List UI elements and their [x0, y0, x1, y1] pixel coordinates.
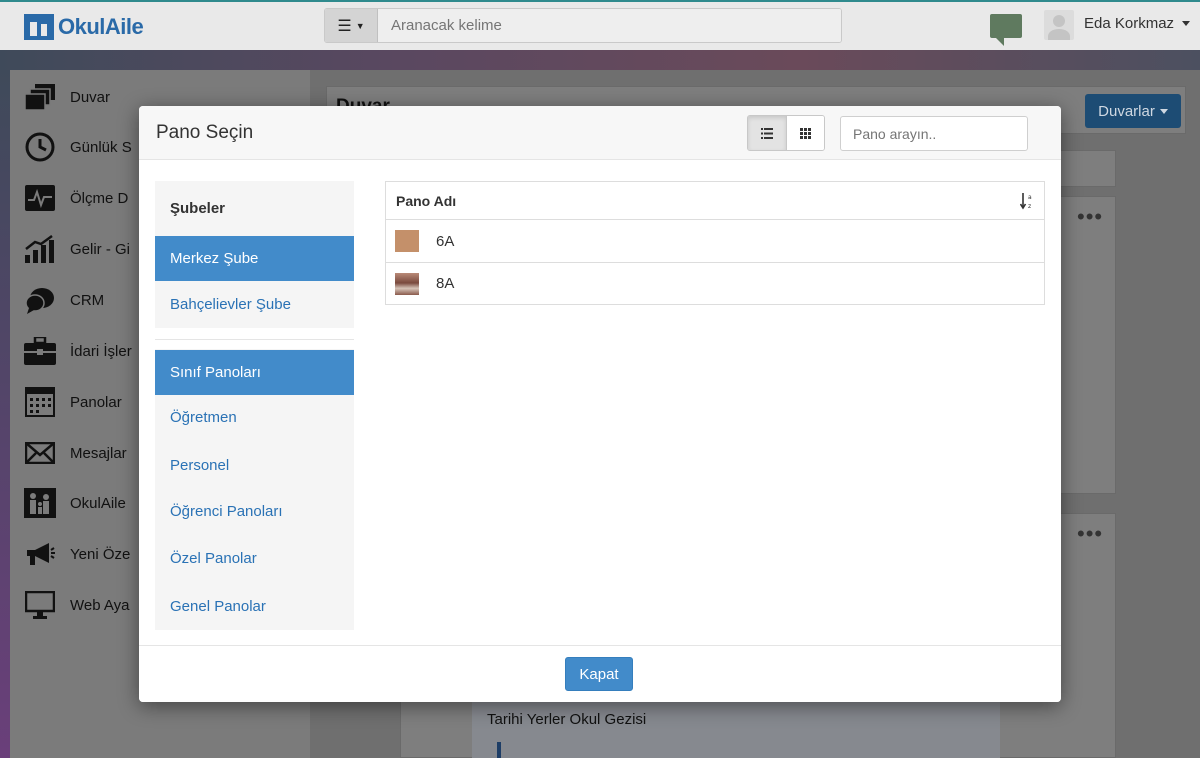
post-accent-bar — [497, 742, 501, 758]
growth-chart-icon — [24, 234, 56, 264]
sidebar-item-okulaile[interactable]: OkulAile — [24, 486, 126, 520]
sidebar-item-label: Duvar — [70, 88, 111, 106]
close-button[interactable]: Kapat — [565, 657, 633, 691]
chat-icon[interactable] — [990, 14, 1022, 46]
caret-down-icon: ▼ — [355, 20, 365, 31]
sidebar-item-label: Web Aya — [70, 596, 130, 614]
avatar[interactable] — [1044, 10, 1074, 40]
top-navbar: OkulAile ☰▼ Eda Korkmaz — [0, 0, 1200, 50]
board-categories-panel: Sınıf Panoları Öğretmen Personel Öğrenci… — [155, 349, 354, 630]
sidebar-item-label: Panolar — [70, 393, 122, 411]
sidebar-item-mesajlar[interactable]: Mesajlar — [24, 436, 127, 470]
sort-alpha-icon[interactable]: a z — [1020, 192, 1034, 210]
more-options-icon[interactable]: ••• — [1077, 523, 1103, 545]
sidebar-item-label: OkulAile — [70, 494, 126, 512]
sidebar-item-label: Yeni Öze — [70, 545, 131, 563]
svg-text:z: z — [1028, 203, 1031, 210]
category-class-boards[interactable]: Sınıf Panoları — [155, 350, 354, 395]
board-name: 8A — [436, 275, 455, 292]
list-menu-icon: ☰ — [337, 17, 352, 35]
table-row[interactable]: 6A — [386, 220, 1044, 262]
branches-heading: Şubeler — [170, 200, 226, 217]
category-staff[interactable]: Personel — [155, 443, 354, 488]
category-private-boards[interactable]: Özel Panolar — [155, 536, 354, 581]
view-mode-toggle — [747, 115, 825, 151]
crm-icon — [24, 285, 56, 315]
caret-down-icon — [1159, 108, 1168, 114]
megaphone-icon — [24, 539, 56, 569]
modal-title: Pano Seçin — [156, 122, 254, 143]
svg-text:a: a — [1028, 194, 1032, 201]
background-band — [0, 50, 1200, 70]
branch-item-merkez[interactable]: Merkez Şube — [155, 236, 354, 281]
board-thumbnail — [395, 230, 419, 252]
briefcase-icon — [24, 336, 56, 366]
column-header-board-name: Pano Adı — [396, 192, 457, 209]
user-name[interactable]: Eda Korkmaz — [1084, 15, 1174, 32]
chart-icon — [24, 183, 56, 213]
sidebar-item-web-aya[interactable]: Web Aya — [24, 588, 130, 622]
walls-dropdown-button[interactable]: Duvarlar — [1085, 94, 1181, 128]
brand-name: OkulAile — [58, 14, 144, 39]
category-student-boards[interactable]: Öğrenci Panoları — [155, 489, 354, 534]
divider — [155, 339, 354, 340]
board-name: 6A — [436, 232, 455, 250]
monitor-icon — [24, 590, 56, 620]
sidebar-item-gelir-gi[interactable]: Gelir - Gi — [24, 232, 130, 266]
post-title: Tarihi Yerler Okul Gezisi — [487, 711, 647, 728]
sidebar-item-label: CRM — [70, 291, 105, 309]
sidebar-item-label: Günlük S — [70, 138, 132, 156]
caret-down-icon[interactable] — [1182, 21, 1190, 26]
search-filter-dropdown[interactable]: ☰ ▼ — [325, 9, 378, 42]
sidebar-item-label: İdari İşler — [70, 342, 132, 360]
sidebar-item-i-dari-i-şler[interactable]: İdari İşler — [24, 334, 132, 368]
sidebar-item-label: Ölçme D — [70, 189, 129, 207]
sidebar-item-label: Mesajlar — [70, 444, 127, 462]
category-teacher[interactable]: Öğretmen — [155, 395, 354, 440]
calendar-grid-icon — [24, 387, 56, 417]
post-content-panel — [472, 700, 1000, 758]
modal-header: Pano Seçin — [139, 106, 1061, 160]
brand-logo[interactable]: OkulAile — [24, 14, 144, 40]
clock-icon — [24, 132, 56, 162]
search-input[interactable] — [378, 9, 841, 42]
select-board-modal: Pano Seçin Şubeler Merkez Şube Ba — [139, 106, 1061, 702]
sidebar-item-duvar[interactable]: Duvar — [24, 80, 110, 114]
global-search: ☰ ▼ — [324, 8, 842, 43]
wall-icon — [24, 82, 56, 112]
sidebar-item-crm[interactable]: CRM — [24, 283, 104, 317]
sidebar-item-panolar[interactable]: Panolar — [24, 385, 122, 419]
sidebar-item-ölçme-d[interactable]: Ölçme D — [24, 181, 128, 215]
boards-table: Pano Adı a z 6A 8A — [385, 181, 1045, 305]
sidebar-item-yeni-öze[interactable]: Yeni Öze — [24, 537, 130, 571]
walls-button-label: Duvarlar — [1098, 102, 1155, 120]
category-general-boards[interactable]: Genel Panolar — [155, 584, 354, 629]
branches-panel: Şubeler Merkez Şube Bahçelievler Şube — [155, 181, 354, 328]
list-view-button[interactable] — [748, 116, 786, 150]
sidebar-item-label: Gelir - Gi — [70, 240, 130, 258]
grid-icon — [800, 127, 811, 139]
board-search-input[interactable] — [840, 116, 1028, 151]
sidebar-item-günlük-s[interactable]: Günlük S — [24, 130, 132, 164]
family-logo-icon — [24, 14, 54, 40]
background-edge — [0, 70, 10, 758]
table-row[interactable]: 8A — [386, 262, 1044, 304]
grid-view-button[interactable] — [786, 116, 824, 150]
envelope-icon — [24, 438, 56, 468]
branch-item-bahcelievler[interactable]: Bahçelievler Şube — [155, 282, 354, 327]
family-icon — [24, 488, 56, 518]
table-header: Pano Adı a z — [386, 182, 1044, 220]
list-icon — [761, 127, 773, 139]
modal-footer: Kapat — [139, 645, 1061, 702]
board-thumbnail — [395, 272, 419, 295]
more-options-icon[interactable]: ••• — [1077, 206, 1103, 228]
